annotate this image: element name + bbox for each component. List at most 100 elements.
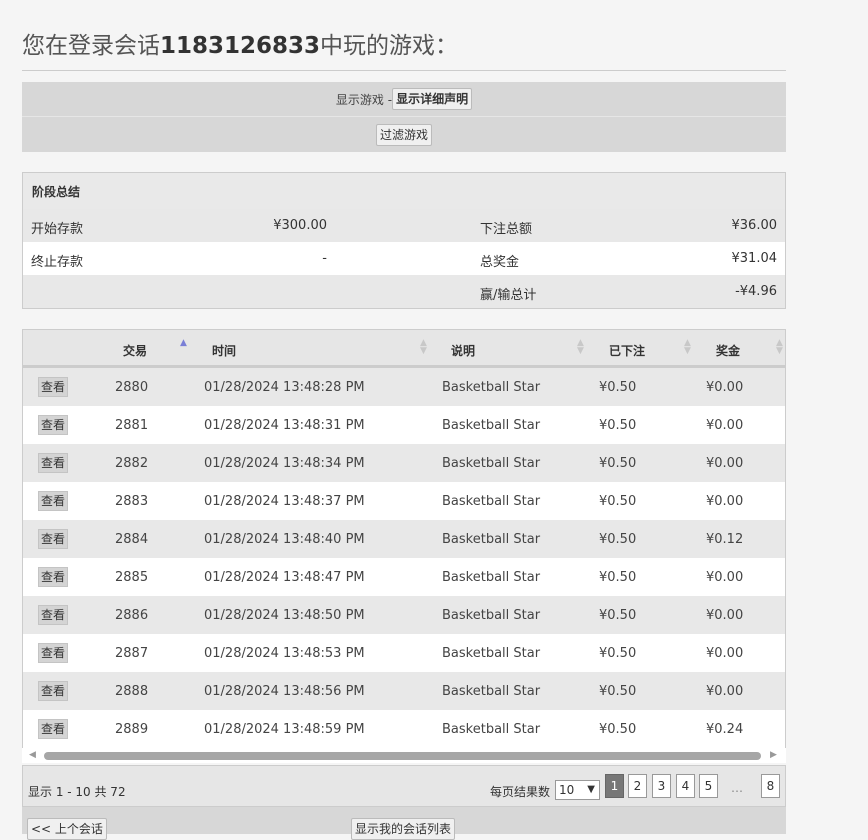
table-body: 查看 2880 01/28/2024 13:48:28 PM Basketball S… (23, 368, 785, 748)
view-button[interactable]: 查看 (38, 453, 69, 473)
summary-row: 开始存款 ¥300.00 下注总额 ¥36.00 (23, 209, 785, 242)
page-button-1[interactable]: 1 (605, 774, 624, 798)
transaction-id: 2888 (115, 684, 149, 699)
session-id: 1183126833 (160, 33, 321, 59)
transaction-time: 01/28/2024 13:48:37 PM (204, 494, 365, 509)
transaction-id: 2880 (115, 380, 149, 395)
column-header-time[interactable]: 时间 (212, 342, 236, 359)
win-amount: ¥0.00 (706, 684, 744, 699)
game-description: Basketball Star (442, 532, 541, 547)
sort-icon[interactable]: ▲ ▼ (577, 339, 584, 356)
column-header-win[interactable]: 奖金 (716, 342, 740, 359)
session-nav-bar: << 上个会话 显示我的会话列表 (22, 807, 786, 840)
game-description: Basketball Star (442, 456, 541, 471)
transaction-id: 2882 (115, 456, 149, 471)
transaction-id: 2886 (115, 608, 149, 623)
view-button[interactable]: 查看 (38, 491, 69, 511)
table-row: 查看 2889 01/28/2024 13:48:59 PM Basketball S… (23, 710, 785, 748)
table-row: 查看 2886 01/28/2024 13:48:50 PM Basketball S… (23, 596, 785, 634)
summary-heading: 阶段总结 (23, 173, 785, 209)
win-amount: ¥0.00 (706, 570, 744, 585)
start-deposit-value: ¥300.00 (273, 218, 327, 233)
filter-games-button[interactable]: 过滤游戏 (375, 123, 432, 146)
game-description: Basketball Star (442, 684, 541, 699)
scrollbar-thumb[interactable] (44, 752, 761, 760)
column-header-transaction[interactable]: 交易 (123, 342, 147, 359)
game-controls: 显示游戏 - 显示详细声明 过滤游戏 (22, 82, 786, 152)
transaction-id: 2885 (115, 570, 149, 585)
bet-amount: ¥0.50 (599, 456, 637, 471)
end-deposit-label: 终止存款 (31, 255, 84, 270)
game-description: Basketball Star (442, 570, 541, 585)
view-button[interactable]: 查看 (38, 529, 69, 549)
table-row: 查看 2880 01/28/2024 13:48:28 PM Basketball S… (23, 368, 785, 406)
game-description: Basketball Star (442, 722, 541, 737)
transaction-time: 01/28/2024 13:48:28 PM (204, 380, 365, 395)
bet-amount: ¥0.50 (599, 532, 637, 547)
bet-amount: ¥0.50 (599, 684, 637, 699)
scroll-right-icon[interactable]: ▶ (770, 750, 777, 760)
bet-amount: ¥0.50 (599, 380, 637, 395)
sort-icon[interactable]: ▲ ▼ (420, 339, 427, 356)
view-button[interactable]: 查看 (38, 643, 69, 663)
view-button[interactable]: 查看 (38, 377, 69, 397)
bet-amount: ¥0.50 (599, 646, 637, 661)
transaction-id: 2883 (115, 494, 149, 509)
transaction-time: 01/28/2024 13:48:31 PM (204, 418, 365, 433)
win-amount: ¥0.24 (706, 722, 744, 737)
column-header-description[interactable]: 说明 (451, 342, 475, 359)
page-button-2[interactable]: 2 (628, 774, 647, 798)
view-button[interactable]: 查看 (38, 567, 69, 587)
game-description: Basketball Star (442, 608, 541, 623)
table-row: 查看 2882 01/28/2024 13:48:34 PM Basketball S… (23, 444, 785, 482)
transaction-time: 01/28/2024 13:48:40 PM (204, 532, 365, 547)
table-row: 查看 2884 01/28/2024 13:48:40 PM Basketball S… (23, 520, 785, 558)
sort-icon[interactable]: ▲ ▼ (776, 339, 783, 356)
view-button[interactable]: 查看 (38, 605, 69, 625)
view-button[interactable]: 查看 (38, 415, 69, 435)
column-header-bet[interactable]: 已下注 (609, 342, 645, 359)
transaction-time: 01/28/2024 13:48:34 PM (204, 456, 365, 471)
summary-row: 赢/输总计 -¥4.96 (23, 275, 785, 308)
win-amount: ¥0.00 (706, 494, 744, 509)
game-description: Basketball Star (442, 380, 541, 395)
view-button[interactable]: 查看 (38, 681, 69, 701)
title-suffix: 中玩的游戏： (320, 33, 459, 59)
page-button-last[interactable]: 8 (761, 774, 780, 798)
scroll-left-icon[interactable]: ◀ (29, 750, 36, 760)
table-row: 查看 2885 01/28/2024 13:48:47 PM Basketball S… (23, 558, 785, 596)
transaction-id: 2887 (115, 646, 149, 661)
results-info: 显示 1 - 10 共 72 (28, 785, 126, 799)
win-amount: ¥0.00 (706, 380, 744, 395)
page-button-3[interactable]: 3 (652, 774, 671, 798)
end-deposit-value: - (322, 251, 327, 266)
show-session-list-button[interactable]: 显示我的会话列表 (351, 818, 456, 840)
page-button-5[interactable]: 5 (699, 774, 718, 798)
start-deposit-label: 开始存款 (31, 222, 84, 237)
win-amount: ¥0.00 (706, 646, 744, 661)
show-detail-button[interactable]: 显示详细声明 (392, 88, 473, 110)
transaction-time: 01/28/2024 13:48:56 PM (204, 684, 365, 699)
period-summary: 阶段总结 开始存款 ¥300.00 下注总额 ¥36.00 终止存款 - 总奖金… (22, 172, 786, 309)
transaction-id: 2881 (115, 418, 149, 433)
title-prefix: 您在登录会话 (22, 33, 160, 59)
sort-asc-icon[interactable]: ▲ (180, 339, 187, 348)
previous-session-button[interactable]: << 上个会话 (27, 818, 107, 840)
page-button-4[interactable]: 4 (676, 774, 695, 798)
net-total-label: 赢/输总计 (480, 288, 537, 303)
game-description: Basketball Star (442, 418, 541, 433)
per-page-select[interactable]: 10 ▼ (555, 780, 600, 800)
transaction-time: 01/28/2024 13:48:47 PM (204, 570, 365, 585)
chevron-down-icon: ▼ (587, 784, 595, 795)
per-page-label: 每页结果数 (490, 785, 551, 799)
sort-icon[interactable]: ▲ ▼ (684, 339, 691, 356)
show-games-label: 显示游戏 - (335, 92, 393, 107)
win-amount: ¥0.12 (706, 532, 744, 547)
horizontal-scrollbar[interactable]: ◀ ▶ (22, 748, 786, 763)
total-win-value: ¥31.04 (731, 251, 778, 266)
transaction-time: 01/28/2024 13:48:53 PM (204, 646, 365, 661)
bet-amount: ¥0.50 (599, 608, 637, 623)
view-button[interactable]: 查看 (38, 719, 69, 739)
summary-row: 终止存款 - 总奖金 ¥31.04 (23, 242, 785, 275)
bet-amount: ¥0.50 (599, 570, 637, 585)
